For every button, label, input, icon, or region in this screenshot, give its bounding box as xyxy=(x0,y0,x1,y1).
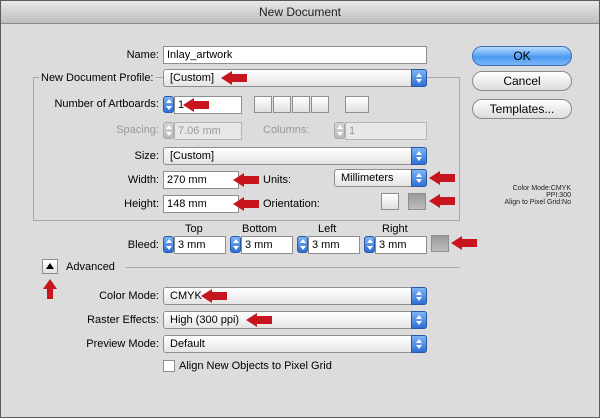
bleed-bottom-input[interactable]: 3 mm xyxy=(241,236,293,254)
spacing-stepper[interactable] xyxy=(163,122,174,139)
grid-by-column-icon[interactable] xyxy=(273,96,291,113)
align-pixel-grid-label: Align New Objects to Pixel Grid xyxy=(179,360,332,372)
artboards-label: Number of Artboards: xyxy=(54,98,159,110)
align-pixel-grid-checkbox[interactable] xyxy=(163,360,175,372)
advanced-disclosure-button[interactable] xyxy=(42,259,58,274)
select-arrows-icon xyxy=(411,69,427,87)
columns-label: Columns: xyxy=(263,124,310,136)
summary-align: Align to Pixel Grid:No xyxy=(504,199,571,206)
units-value: Millimeters xyxy=(341,172,394,184)
bleed-top-label: Top xyxy=(185,223,203,235)
red-arrow-icon xyxy=(221,71,247,85)
height-label: Height: xyxy=(124,198,159,210)
bleed-label: Bleed: xyxy=(127,239,159,251)
artboards-stepper[interactable] xyxy=(163,96,174,113)
select-arrows-icon xyxy=(411,169,427,187)
width-label: Width: xyxy=(127,174,159,186)
bleed-left-label: Left xyxy=(318,223,337,235)
select-arrows-icon xyxy=(411,335,427,353)
link-bleed-icon[interactable] xyxy=(431,235,449,252)
spacing-label: Spacing: xyxy=(116,124,159,136)
red-arrow-icon xyxy=(233,173,259,187)
document-summary: Color Mode:CMYK PPI:300 Align to Pixel G… xyxy=(461,185,571,206)
cancel-button[interactable]: Cancel xyxy=(472,71,572,91)
size-value: [Custom] xyxy=(170,150,215,162)
spacing-input[interactable]: 7.06 mm xyxy=(174,122,242,140)
color-mode-label: Color Mode: xyxy=(99,290,159,302)
right-to-left-icon[interactable] xyxy=(345,96,369,113)
arrange-by-column-icon[interactable] xyxy=(311,96,329,113)
columns-stepper[interactable] xyxy=(334,122,345,139)
red-arrow-icon xyxy=(233,197,259,211)
name-label: Name: xyxy=(126,49,159,61)
grid-by-row-icon[interactable] xyxy=(254,96,272,113)
preview-mode-label: Preview Mode: xyxy=(86,338,159,350)
bleed-left-stepper[interactable] xyxy=(297,236,308,253)
summary-ppi: PPI:300 xyxy=(546,192,571,199)
new-document-dialog: New Document Name: Inlay_artwork New Doc… xyxy=(0,0,600,418)
orientation-label: Orientation: xyxy=(263,198,320,210)
bleed-left-input[interactable]: 3 mm xyxy=(308,236,360,254)
window-title: New Document xyxy=(1,1,599,24)
height-input[interactable]: 148 mm xyxy=(163,195,239,213)
bleed-right-input[interactable]: 3 mm xyxy=(375,236,427,254)
color-mode-value: CMYK xyxy=(170,290,202,302)
bleed-bottom-stepper[interactable] xyxy=(230,236,241,253)
width-input[interactable]: 270 mm xyxy=(163,171,239,189)
triangle-up-icon xyxy=(46,263,54,269)
select-arrows-icon xyxy=(411,311,427,329)
bleed-right-stepper[interactable] xyxy=(364,236,375,253)
size-label: Size: xyxy=(134,150,159,162)
bleed-bottom-label: Bottom xyxy=(242,223,277,235)
arrange-by-row-icon[interactable] xyxy=(292,96,310,113)
size-select[interactable]: [Custom] xyxy=(163,147,427,165)
red-arrow-icon xyxy=(451,236,477,250)
red-arrow-icon xyxy=(246,313,272,327)
preview-mode-select[interactable]: Default xyxy=(163,335,427,353)
raster-effects-select[interactable]: High (300 ppi) xyxy=(163,311,427,329)
units-label: Units: xyxy=(263,174,292,186)
select-arrows-icon xyxy=(411,287,427,305)
profile-value: [Custom] xyxy=(170,72,215,84)
profile-label: New Document Profile: xyxy=(39,72,156,84)
red-arrow-icon xyxy=(429,194,455,208)
raster-effects-value: High (300 ppi) xyxy=(170,314,240,326)
name-input[interactable]: Inlay_artwork xyxy=(163,46,427,64)
raster-effects-label: Raster Effects: xyxy=(87,314,159,326)
landscape-orientation-icon[interactable] xyxy=(408,193,426,210)
portrait-orientation-icon[interactable] xyxy=(381,193,399,210)
summary-color-mode: Color Mode:CMYK xyxy=(512,185,571,192)
bleed-top-stepper[interactable] xyxy=(163,236,174,253)
bleed-right-label: Right xyxy=(382,223,408,235)
advanced-divider xyxy=(126,267,460,268)
red-arrow-icon xyxy=(183,98,209,112)
templates-button[interactable]: Templates... xyxy=(472,99,572,119)
red-arrow-icon xyxy=(429,171,455,185)
select-arrows-icon xyxy=(411,147,427,165)
bleed-top-input[interactable]: 3 mm xyxy=(174,236,226,254)
red-arrow-icon xyxy=(201,289,227,303)
profile-select[interactable]: [Custom] xyxy=(163,69,427,87)
preview-mode-value: Default xyxy=(170,338,205,350)
columns-input[interactable]: 1 xyxy=(345,122,427,140)
advanced-label: Advanced xyxy=(66,261,115,273)
units-select[interactable]: Millimeters xyxy=(334,169,427,187)
ok-button[interactable]: OK xyxy=(472,46,572,66)
